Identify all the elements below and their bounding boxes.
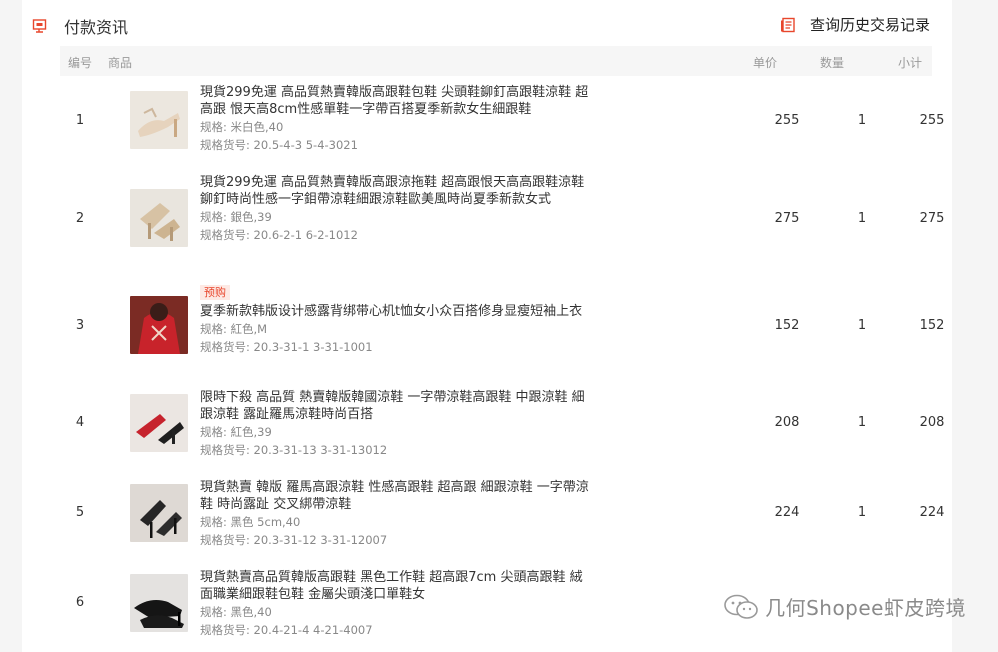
product-spec: 规格: 米白色,40: [200, 119, 595, 136]
column-header-subtotal: 小计: [898, 56, 923, 70]
product-info: 限時下殺 高品質 熱賣韓版韓國涼鞋 一字帶涼鞋高跟鞋 中跟涼鞋 細跟涼鞋 露趾羅…: [200, 389, 595, 459]
spec-value: 紅色,M: [230, 322, 268, 336]
spec-value: 米白色,40: [230, 120, 284, 134]
product-sku: 规格货号: 20.3-31-13 3-31-13012: [200, 442, 595, 459]
product-spec: 规格: 紅色,39: [200, 424, 595, 441]
table-header: 编号 商品 单价 数量 小计: [60, 46, 932, 76]
spec-value: 黑色,40: [230, 605, 272, 619]
product-info: 预购 夏季新款韩版设计感露背绑带心机t恤女小众百搭修身显瘦短袖上衣 规格: 紅色…: [200, 281, 595, 356]
row-number: 3: [75, 318, 85, 333]
spec-label: 规格:: [200, 120, 227, 134]
payment-info-panel: 付款资讯 查询历史交易记录 编号 商品 单价 数量 小计 1 現貨299免運 高…: [22, 0, 952, 652]
column-header-num: 编号: [68, 56, 93, 70]
spec-value: 銀色,39: [230, 210, 272, 224]
sku-value: 20.6-2-1 6-2-1012: [253, 228, 358, 242]
product-spec: 规格: 銀色,39: [200, 209, 595, 226]
unit-price: 275: [774, 211, 800, 226]
column-header-qty: 数量: [820, 56, 845, 70]
quantity: 1: [857, 415, 867, 430]
unit-price: 255: [774, 113, 800, 128]
product-spec: 规格: 黑色,40: [200, 604, 595, 621]
spec-value: 紅色,39: [230, 425, 272, 439]
history-link-label[interactable]: 查询历史交易记录: [810, 14, 930, 35]
sku-label: 规格货号:: [200, 228, 250, 242]
panel-header: 付款资讯 查询历史交易记录: [22, 0, 952, 48]
spec-label: 规格:: [200, 322, 227, 336]
product-spec: 规格: 紅色,M: [200, 321, 595, 338]
subtotal: 152: [919, 318, 945, 333]
product-info: 現貨299免運 高品質熱賣韓版高跟涼拖鞋 超高跟恨天高高跟鞋涼鞋鉚釘時尚性感一字…: [200, 174, 595, 244]
row-number: 4: [75, 415, 85, 430]
sku-label: 规格货号:: [200, 623, 250, 637]
product-info: 現貨熱賣高品質韓版高跟鞋 黑色工作鞋 超高跟7cm 尖頭高跟鞋 絨面職業細跟鞋包…: [200, 569, 595, 639]
spec-label: 规格:: [200, 605, 227, 619]
product-title[interactable]: 現貨299免運 高品質熱賣韓版高跟鞋包鞋 尖頭鞋鉚釘高跟鞋涼鞋 超高跟 恨天高8…: [200, 84, 595, 118]
product-title[interactable]: 現貨299免運 高品質熱賣韓版高跟涼拖鞋 超高跟恨天高高跟鞋涼鞋鉚釘時尚性感一字…: [200, 174, 595, 208]
payment-icon: [32, 19, 47, 33]
row-number: 2: [75, 211, 85, 226]
document-list-icon: [780, 17, 795, 32]
product-thumbnail[interactable]: [130, 296, 188, 354]
sku-value: 20.3-31-12 3-31-12007: [253, 533, 388, 547]
table-row: 4 限時下殺 高品質 熱賣韓版韓國涼鞋 一字帶涼鞋高跟鞋 中跟涼鞋 細跟涼鞋 露…: [60, 389, 945, 461]
sku-value: 20.4-21-4 4-21-4007: [253, 623, 373, 637]
row-number: 5: [75, 505, 85, 520]
product-sku: 规格货号: 20.4-21-4 4-21-4007: [200, 622, 595, 639]
watermark-text: 几何Shopee虾皮跨境: [765, 596, 966, 620]
row-number: 1: [75, 113, 85, 128]
row-number: 6: [75, 595, 85, 610]
product-title[interactable]: 現貨熱賣 韓版 羅馬高跟涼鞋 性感高跟鞋 超高跟 細跟涼鞋 一字帶涼鞋 時尚露趾…: [200, 479, 595, 513]
subtotal: 208: [919, 415, 945, 430]
table-row: 2 現貨299免運 高品質熱賣韓版高跟涼拖鞋 超高跟恨天高高跟鞋涼鞋鉚釘時尚性感…: [60, 174, 944, 262]
header-left: 付款资讯: [32, 14, 128, 38]
table-row: 3 预购 夏季新款韩版设计感露背绑带心机t恤女小众百搭修身显瘦短袖上衣 规格: …: [60, 281, 944, 371]
product-sku: 规格货号: 20.3-31-12 3-31-12007: [200, 532, 595, 549]
quantity: 1: [857, 505, 867, 520]
product-thumbnail[interactable]: [130, 91, 188, 149]
subtotal: 275: [919, 211, 945, 226]
watermark: 几何Shopee虾皮跨境: [723, 592, 966, 621]
product-info: 現貨299免運 高品質熱賣韓版高跟鞋包鞋 尖頭鞋鉚釘高跟鞋涼鞋 超高跟 恨天高8…: [200, 84, 595, 154]
quantity: 1: [857, 113, 867, 128]
product-sku: 规格货号: 20.5-4-3 5-4-3021: [200, 137, 595, 154]
table-row: 1 現貨299免運 高品質熱賣韓版高跟鞋包鞋 尖頭鞋鉚釘高跟鞋涼鞋 超高跟 恨天…: [60, 84, 945, 156]
page-title: 付款资讯: [64, 18, 129, 37]
spec-label: 规格:: [200, 210, 227, 224]
product-info: 現貨熱賣 韓版 羅馬高跟涼鞋 性感高跟鞋 超高跟 細跟涼鞋 一字帶涼鞋 時尚露趾…: [200, 479, 595, 549]
quantity: 1: [857, 211, 867, 226]
product-sku: 规格货号: 20.6-2-1 6-2-1012: [200, 227, 595, 244]
product-thumbnail[interactable]: [130, 189, 188, 247]
product-thumbnail[interactable]: [130, 574, 188, 632]
sku-value: 20.3-31-1 3-31-1001: [253, 340, 373, 354]
product-thumbnail[interactable]: [130, 484, 188, 542]
spec-label: 规格:: [200, 425, 227, 439]
sku-label: 规格货号:: [200, 340, 250, 354]
product-title[interactable]: 限時下殺 高品質 熱賣韓版韓國涼鞋 一字帶涼鞋高跟鞋 中跟涼鞋 細跟涼鞋 露趾羅…: [200, 389, 595, 423]
sku-label: 规格货号:: [200, 533, 250, 547]
unit-price: 152: [774, 318, 800, 333]
sku-label: 规格货号:: [200, 443, 250, 457]
spec-value: 黑色 5cm,40: [230, 515, 301, 529]
spec-label: 规格:: [200, 515, 227, 529]
sku-value: 20.3-31-13 3-31-13012: [253, 443, 388, 457]
unit-price: 208: [774, 415, 800, 430]
subtotal: 255: [919, 113, 945, 128]
history-link[interactable]: 查询历史交易记录: [780, 14, 930, 35]
preorder-badge: 预购: [200, 285, 230, 300]
table-row: 5 現貨熱賣 韓版 羅馬高跟涼鞋 性感高跟鞋 超高跟 細跟涼鞋 一字帶涼鞋 時尚…: [60, 479, 945, 551]
sku-label: 规格货号:: [200, 138, 250, 152]
product-title[interactable]: 現貨熱賣高品質韓版高跟鞋 黑色工作鞋 超高跟7cm 尖頭高跟鞋 絨面職業細跟鞋包…: [200, 569, 595, 603]
quantity: 1: [857, 318, 867, 333]
product-title[interactable]: 夏季新款韩版设计感露背绑带心机t恤女小众百搭修身显瘦短袖上衣: [200, 303, 595, 320]
subtotal: 224: [919, 505, 945, 520]
product-spec: 规格: 黑色 5cm,40: [200, 514, 595, 531]
sku-value: 20.5-4-3 5-4-3021: [253, 138, 358, 152]
product-thumbnail[interactable]: [130, 394, 188, 452]
column-header-product: 商品: [108, 56, 133, 70]
wechat-icon: [724, 594, 758, 619]
product-sku: 规格货号: 20.3-31-1 3-31-1001: [200, 339, 595, 356]
column-header-price: 单价: [753, 56, 778, 70]
unit-price: 224: [774, 505, 800, 520]
